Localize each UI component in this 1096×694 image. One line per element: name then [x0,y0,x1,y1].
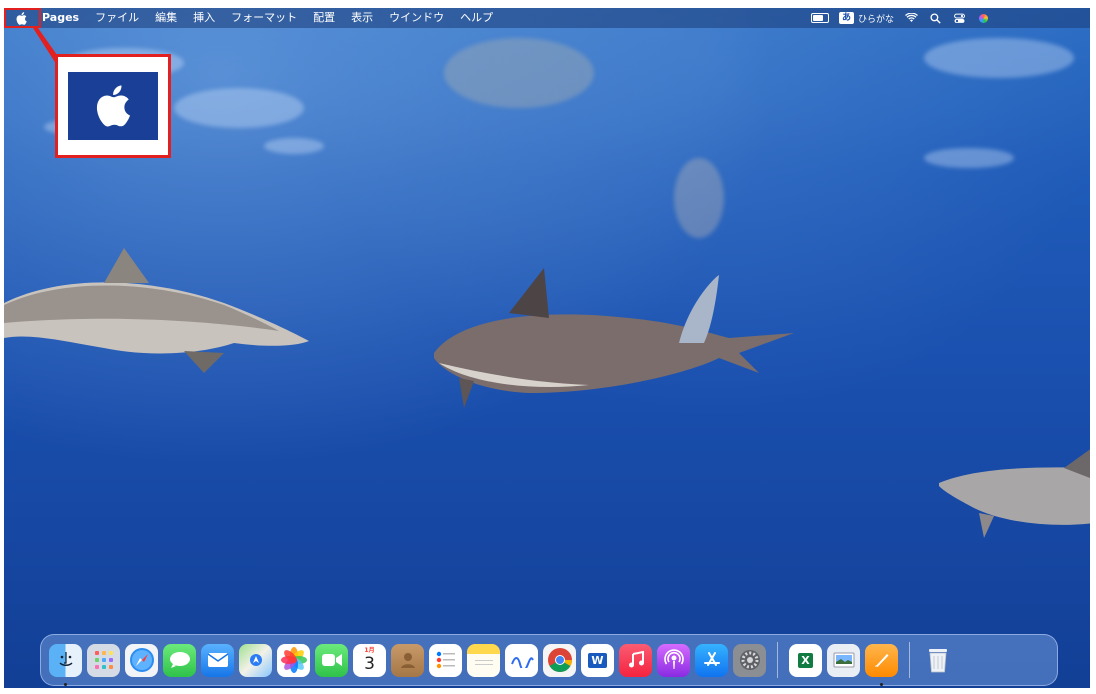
dock-separator [909,642,910,678]
input-source-label: ひらがな [857,14,894,25]
excel-icon[interactable]: X [789,643,822,677]
apple-logo-zoom-callout [55,54,171,158]
word-icon[interactable]: W [581,643,614,677]
menu-app-name[interactable]: Pages [34,8,87,28]
mail-icon[interactable] [201,643,234,677]
calendar-day: 3 [364,654,375,674]
menu-view[interactable]: 表示 [343,8,381,28]
launchpad-icon[interactable] [87,643,120,677]
apple-menu-highlight [4,8,41,28]
water-caustic [264,138,324,154]
battery-icon[interactable] [810,13,829,23]
excel-letter: X [798,652,813,668]
water-caustic [174,88,304,128]
input-source-badge: あ [838,12,854,24]
menu-edit[interactable]: 編集 [147,8,185,28]
menu-help[interactable]: ヘルプ [452,8,501,28]
trash-icon[interactable] [921,644,954,677]
menu-format[interactable]: フォーマット [223,8,305,28]
siri-icon[interactable] [976,11,990,25]
running-indicator [880,682,883,686]
chrome-icon[interactable] [543,643,576,677]
dolphin-left [4,248,309,373]
safari-icon[interactable] [125,643,158,677]
finder-icon[interactable] [49,643,82,686]
podcasts-icon[interactable] [657,643,690,677]
system-settings-icon[interactable] [733,643,766,677]
input-source-menu[interactable]: あ ひらがな [838,12,894,25]
water-caustic [924,148,1014,168]
word-letter: W [588,652,607,668]
water-caustic [444,38,594,108]
contacts-icon[interactable] [391,643,424,677]
preview-icon[interactable] [827,643,860,677]
app-store-icon[interactable] [695,643,728,677]
menu-arrange[interactable]: 配置 [305,8,343,28]
notes-icon[interactable] [467,643,500,677]
maps-icon[interactable] [239,643,272,677]
calendar-icon[interactable]: 1月 3 [353,643,386,677]
water-caustic [674,158,724,238]
control-center-icon[interactable] [952,11,966,25]
wifi-icon[interactable] [904,11,918,25]
dolphin-center [434,268,794,408]
messages-icon[interactable] [163,643,196,677]
apple-logo-icon [96,85,130,127]
search-icon[interactable] [928,11,942,25]
freeform-icon[interactable] [505,643,538,677]
zoom-inner [68,72,158,140]
menu-insert[interactable]: 挿入 [185,8,223,28]
menu-bar: Pages ファイル 編集 挿入 フォーマット 配置 表示 ウインドウ ヘルプ … [4,8,1090,28]
music-icon[interactable] [619,643,652,677]
pages-icon[interactable] [865,643,898,686]
menu-file[interactable]: ファイル [87,8,147,28]
water-caustic [924,38,1074,78]
reminders-icon[interactable] [429,643,462,677]
running-indicator [64,682,67,686]
menu-window[interactable]: ウインドウ [381,8,452,28]
dock: 1月 3 W X [40,634,1058,686]
dock-separator [777,642,778,678]
photos-icon[interactable] [277,643,310,677]
dolphin-right [939,449,1090,538]
facetime-icon[interactable] [315,643,348,677]
